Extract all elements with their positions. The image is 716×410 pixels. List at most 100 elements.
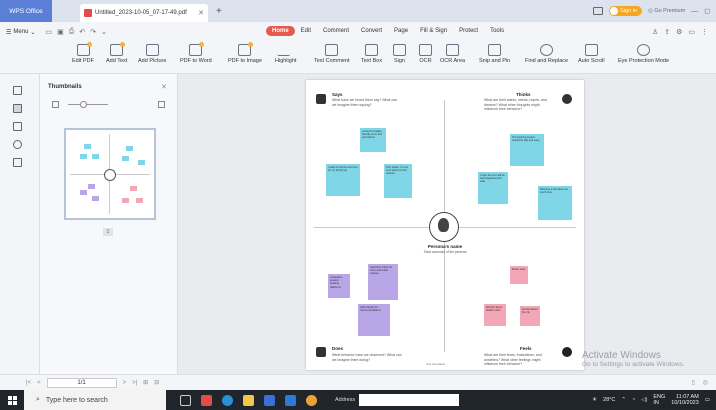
sticky-note[interactable]: Looks for budget-friendly tours and prom… (360, 128, 386, 152)
bookmark-icon[interactable] (13, 86, 22, 95)
weather-icon[interactable]: ☀ (592, 397, 597, 403)
edge-icon[interactable] (222, 394, 233, 406)
signature-icon[interactable] (13, 158, 22, 167)
pdf-page[interactable]: Says What have we heard them say? What c… (306, 80, 584, 370)
sign-button[interactable]: Sign (393, 44, 406, 64)
sticky-note[interactable]: Books early (510, 266, 528, 284)
file-explorer-icon[interactable] (243, 394, 254, 406)
open-folder-icon[interactable]: ▭ (45, 28, 52, 36)
address-input[interactable] (359, 394, 460, 406)
dropdown-icon[interactable]: ⌄ (101, 28, 107, 36)
add-text-button[interactable]: Add Text (106, 42, 127, 64)
ribbon-toolbar: Edit PDF Add Text Add Picture PDF to Wor… (0, 42, 716, 74)
settings-icon[interactable]: ⚙ (676, 28, 682, 36)
sticky-note[interactable]: Searches online for tours and reads revi… (368, 264, 398, 300)
tab-comment[interactable]: Comment (317, 26, 355, 36)
add-picture-button[interactable]: Add Picture (138, 44, 166, 64)
more-icon[interactable]: ⋮ (701, 28, 708, 36)
start-button[interactable] (0, 390, 24, 410)
pdf-to-word-button[interactable]: PDF to Word (180, 42, 212, 64)
prev-page-icon[interactable]: < (37, 380, 41, 386)
continuous-view-icon[interactable]: ◎ (703, 379, 708, 386)
taskbar-search[interactable]: ⌕ Type here to search (24, 390, 166, 410)
page-thumbnail[interactable] (64, 128, 156, 220)
first-page-icon[interactable]: |< (26, 380, 31, 386)
find-replace-button[interactable]: Find and Replace (525, 44, 568, 64)
store-icon[interactable] (264, 394, 275, 406)
fit-width-icon[interactable]: ⊟ (154, 379, 159, 386)
volume-icon[interactable]: ◁) (641, 397, 647, 403)
ocr-button[interactable]: OCR (419, 44, 432, 64)
template-credit[interactable]: Use templates (426, 362, 445, 366)
sticky-note[interactable]: Asks friends for recommendations (358, 304, 390, 336)
quick-access-toolbar: ▭ ▣ ⎙ ↶ ↷ ⌄ (45, 28, 106, 36)
redo-icon[interactable]: ↷ (90, 28, 96, 36)
comment-icon[interactable]: ▭ (688, 28, 695, 36)
sticky-note[interactable]: Worried about hidden costs (484, 304, 506, 326)
sticky-note[interactable]: I hope the tour will be well organized a… (478, 172, 508, 204)
mail-icon[interactable] (285, 394, 296, 406)
minimize-icon[interactable]: — (691, 8, 698, 15)
tab-home[interactable]: Home (266, 26, 295, 36)
sticky-note[interactable]: Compares several booking platforms (328, 274, 350, 298)
tab-page[interactable]: Page (388, 26, 414, 36)
thumbnails-icon[interactable] (13, 104, 22, 113)
go-premium-button[interactable]: ◎ Go Premium (648, 8, 685, 14)
snip-and-pin-button[interactable]: Snip and Pin (479, 44, 510, 64)
tab-tools[interactable]: Tools (484, 26, 510, 36)
eye-protection-button[interactable]: Eye Protection Mode (618, 44, 669, 64)
share-icon[interactable]: ⇪ (664, 28, 670, 36)
user-icon[interactable]: ♙ (652, 28, 658, 36)
sticky-note[interactable]: Excited about the trip (520, 306, 540, 326)
menu-button[interactable]: ☰ Menu ⌄ (6, 29, 35, 36)
slider-knob[interactable] (80, 101, 87, 108)
tab-fill-sign[interactable]: Fill & Sign (414, 26, 453, 36)
task-view-icon[interactable] (180, 394, 191, 406)
highlight-button[interactable]: Highlight (275, 44, 296, 64)
sticky-note[interactable]: I want to find the best tour for my fami… (326, 164, 360, 196)
edit-pdf-button[interactable]: Edit PDF (72, 42, 94, 64)
clock[interactable]: 11:07 AM 10/10/2023 (671, 394, 699, 407)
print-icon[interactable]: ⎙ (69, 28, 75, 36)
thumbnail-size-slider[interactable] (68, 101, 108, 108)
sticky-note[interactable]: The booking system should be fast and ea… (510, 134, 544, 166)
notifications-icon[interactable]: ▭ (705, 397, 710, 403)
save-icon[interactable]: ▣ (57, 28, 64, 36)
text-box-button[interactable]: Text Box (361, 44, 382, 64)
single-page-view-icon[interactable]: ▯ (691, 379, 694, 386)
undo-icon[interactable]: ↶ (79, 28, 85, 36)
document-tab[interactable]: Untitled_2023-10-05_07-17-49.pdf ✕ (80, 4, 208, 22)
auto-scroll-button[interactable]: Auto Scroll (578, 44, 605, 64)
text-comment-button[interactable]: Text Comment (314, 44, 349, 64)
sign-in-button[interactable]: Sign in (609, 6, 642, 16)
add-picture-label: Add Picture (138, 58, 167, 64)
fit-page-icon[interactable]: ⊞ (143, 379, 148, 386)
tab-edit[interactable]: Edit (295, 26, 317, 36)
close-panel-icon[interactable]: ✕ (161, 83, 167, 91)
sticky-note[interactable]: Tour Guide: I'm not sure where to find r… (384, 164, 412, 198)
search-icon: ⌕ (36, 396, 40, 403)
sticky-note[interactable]: Planning a trip takes too much time (538, 186, 572, 220)
tab-convert[interactable]: Convert (355, 26, 388, 36)
network-icon[interactable]: ◔ (632, 397, 635, 403)
wps-app-icon[interactable] (201, 394, 212, 406)
comments-icon[interactable] (13, 122, 22, 131)
attachment-icon[interactable] (13, 140, 22, 149)
window-layout-icon[interactable] (593, 7, 604, 15)
wps-office-tab[interactable]: WPS Office (0, 0, 52, 22)
new-tab-button[interactable]: + (216, 6, 222, 17)
page-number-input[interactable]: 1/1 (46, 377, 117, 388)
tab-protect[interactable]: Protect (453, 26, 484, 36)
pdf-to-image-button[interactable]: PDF to Image (228, 42, 262, 64)
language-indicator[interactable]: ENG IN (653, 394, 665, 407)
zoom-in-thumb-icon[interactable] (158, 101, 165, 108)
chrome-icon[interactable] (306, 394, 317, 406)
ocr-area-button[interactable]: OCR Area (440, 44, 465, 64)
next-page-icon[interactable]: > (123, 380, 127, 386)
zoom-out-thumb-icon[interactable] (52, 101, 59, 108)
last-page-icon[interactable]: >| (132, 380, 137, 386)
close-tab-icon[interactable]: ✕ (198, 9, 204, 17)
persona-avatar-icon (429, 212, 459, 242)
tray-overflow-icon[interactable]: ⌃ (621, 397, 626, 403)
restore-icon[interactable]: ◻ (704, 7, 710, 15)
